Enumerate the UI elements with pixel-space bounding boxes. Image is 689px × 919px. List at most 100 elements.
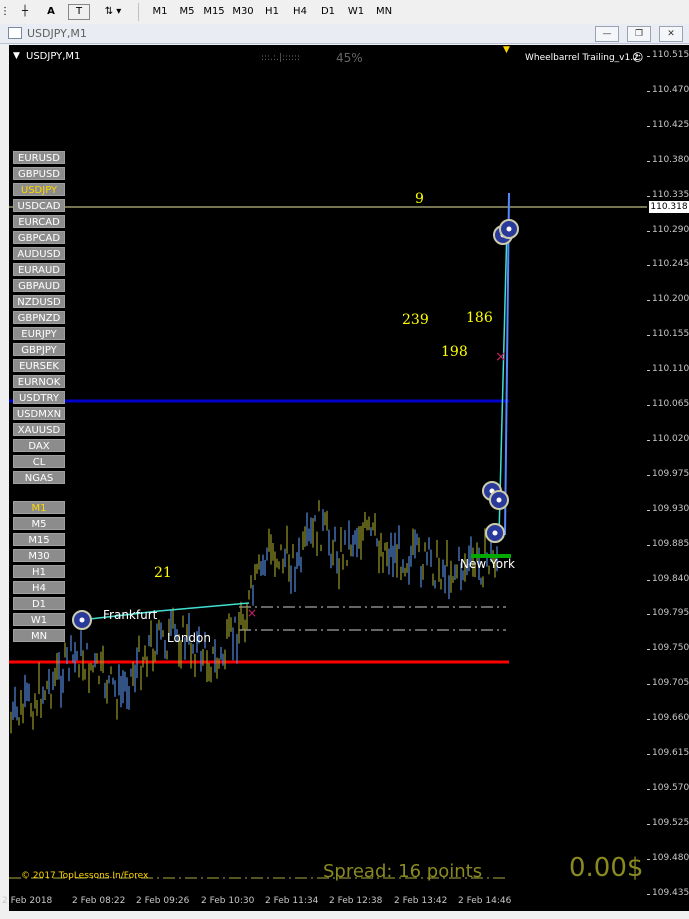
price-label: 110.200 bbox=[652, 294, 689, 305]
price-tick bbox=[647, 335, 650, 337]
symbol-button-gbpjpy[interactable]: GBPJPY bbox=[13, 343, 65, 356]
price-tick bbox=[647, 370, 650, 372]
text-icon[interactable]: A bbox=[40, 3, 62, 21]
restore-button[interactable]: ❐ bbox=[627, 26, 651, 42]
toolbar-timeframe-h1[interactable]: H1 bbox=[259, 3, 285, 21]
toolbar-timeframe-h4[interactable]: H4 bbox=[287, 3, 313, 21]
text-label-icon[interactable]: T bbox=[68, 4, 90, 20]
session-label-london: London bbox=[167, 631, 211, 645]
time-label: 2 Feb 10:30 bbox=[201, 896, 255, 906]
symbol-button-eurnok[interactable]: EURNOK bbox=[13, 375, 65, 388]
toolbar-timeframe-mn[interactable]: MN bbox=[371, 3, 397, 21]
price-label: 109.705 bbox=[652, 678, 689, 689]
count-label-239: 239 bbox=[402, 312, 429, 328]
price-tick bbox=[647, 649, 650, 651]
price-label: 110.245 bbox=[652, 259, 689, 270]
time-label: 2 Feb 13:42 bbox=[394, 896, 448, 906]
symbol-button-xauusd[interactable]: XAUUSD bbox=[13, 423, 65, 436]
symbol-button-eurcad[interactable]: EURCAD bbox=[13, 215, 65, 228]
price-tick bbox=[647, 160, 650, 162]
chart-symbol-label: USDJPY,M1 bbox=[26, 51, 81, 62]
timeframe-button-m5[interactable]: M5 bbox=[13, 517, 65, 530]
price-tick bbox=[647, 509, 650, 511]
symbol-button-usdtry[interactable]: USDTRY bbox=[13, 391, 65, 404]
time-label: 2 Feb 08:22 bbox=[72, 896, 126, 906]
timeframe-button-d1[interactable]: D1 bbox=[13, 597, 65, 610]
symbol-button-eurusd[interactable]: EURUSD bbox=[13, 151, 65, 164]
time-label: 2 Feb 14:46 bbox=[458, 896, 512, 906]
timeframe-button-m1[interactable]: M1 bbox=[13, 501, 65, 514]
chart-area[interactable]: × × ▼ USDJPY,M1 :::.:.|:::::: 45% Wheelba… bbox=[9, 45, 647, 911]
price-chart: ×× bbox=[9, 192, 647, 879]
symbol-button-usdcad[interactable]: USDCAD bbox=[13, 199, 65, 212]
price-tick bbox=[647, 614, 650, 616]
toolbar-timeframe-m15[interactable]: M15 bbox=[201, 3, 227, 21]
symbol-button-eurjpy[interactable]: EURJPY bbox=[13, 327, 65, 340]
arrows-dropdown-icon[interactable]: ⇅ ▾ bbox=[96, 3, 130, 21]
symbol-button-usdmxn[interactable]: USDMXN bbox=[13, 407, 65, 420]
zoom-percent: 45% bbox=[336, 51, 363, 65]
price-tick bbox=[647, 858, 650, 860]
spread-label: Spread: 16 points bbox=[323, 861, 483, 882]
price-tick bbox=[647, 300, 650, 302]
price-tick bbox=[647, 788, 650, 790]
trade-marker-dot bbox=[496, 497, 502, 503]
shift-marker-icon[interactable]: ▼ bbox=[503, 45, 510, 55]
time-label: 2 Feb 09:26 bbox=[136, 896, 190, 906]
timeframe-button-h4[interactable]: H4 bbox=[13, 581, 65, 594]
symbol-button-eursek[interactable]: EURSEK bbox=[13, 359, 65, 372]
timeframe-button-mn[interactable]: MN bbox=[13, 629, 65, 642]
symbol-button-gbpaud[interactable]: GBPAUD bbox=[13, 279, 65, 292]
session-label-newyork: New York bbox=[460, 557, 515, 571]
count-label-186: 186 bbox=[466, 310, 493, 326]
symbol-button-audusd[interactable]: AUDUSD bbox=[13, 247, 65, 260]
symbol-button-ngas[interactable]: NGAS bbox=[13, 471, 65, 484]
toolbar-left-icon[interactable]: ⋮ bbox=[0, 3, 10, 21]
symbol-button-gbpnzd[interactable]: GBPNZD bbox=[13, 311, 65, 324]
price-tick bbox=[647, 265, 650, 267]
price-label: 110.515 bbox=[652, 50, 689, 60]
trade-marker-dot bbox=[492, 530, 498, 536]
symbol-button-gbpusd[interactable]: GBPUSD bbox=[13, 167, 65, 180]
time-axis[interactable]: 2 Feb 2018 2 Feb 08:22 2 Feb 09:26 2 Feb 10… bbox=[2, 893, 647, 911]
toolbar-timeframe-w1[interactable]: W1 bbox=[343, 3, 369, 21]
symbol-button-nzdusd[interactable]: NZDUSD bbox=[13, 295, 65, 308]
price-tick bbox=[647, 474, 650, 476]
price-label: 109.525 bbox=[652, 817, 689, 828]
symbol-button-gbpcad[interactable]: GBPCAD bbox=[13, 231, 65, 244]
price-label: 109.570 bbox=[652, 782, 689, 793]
timeframe-button-m30[interactable]: M30 bbox=[13, 549, 65, 562]
price-axis[interactable]: 110.515 110.470 110.425 110.380 110.335 110.2… bbox=[647, 45, 689, 911]
price-tick bbox=[647, 56, 650, 57]
timeframe-button-m15[interactable]: M15 bbox=[13, 533, 65, 546]
chart-menu-arrow-icon[interactable]: ▼ bbox=[13, 51, 20, 61]
minimize-button[interactable]: — bbox=[595, 26, 619, 42]
close-button[interactable]: ✕ bbox=[659, 26, 683, 42]
toolbar-timeframe-m1[interactable]: M1 bbox=[147, 3, 173, 21]
trade-marker-dot bbox=[506, 226, 512, 232]
symbol-button-usdjpy[interactable]: USDJPY bbox=[13, 183, 65, 196]
price-tick bbox=[647, 754, 650, 755]
indicator-name: Wheelbarrel Trailing_v1.2 bbox=[525, 53, 639, 63]
current-price-marker: 110.318 bbox=[649, 201, 689, 213]
count-label-frankfurt: 21 bbox=[154, 565, 172, 581]
chart-window-icon bbox=[8, 27, 22, 39]
timeframe-button-h1[interactable]: H1 bbox=[13, 565, 65, 578]
symbol-button-euraud[interactable]: EURAUD bbox=[13, 263, 65, 276]
timeframe-button-w1[interactable]: W1 bbox=[13, 613, 65, 626]
time-label: 2 Feb 11:34 bbox=[265, 896, 319, 906]
crosshair-icon[interactable]: ┼ bbox=[14, 3, 36, 21]
toolbar-timeframe-m5[interactable]: M5 bbox=[174, 3, 200, 21]
zoom-indicator: :::.:.|:::::: bbox=[261, 53, 301, 63]
symbol-button-dax[interactable]: DAX bbox=[13, 439, 65, 452]
toolbar-timeframe-d1[interactable]: D1 bbox=[315, 3, 341, 21]
price-label: 109.930 bbox=[652, 503, 689, 514]
price-label: 110.020 bbox=[652, 433, 689, 444]
price-label: 109.615 bbox=[652, 748, 689, 758]
price-tick bbox=[647, 90, 650, 92]
symbol-button-cl[interactable]: CL bbox=[13, 455, 65, 468]
toolbar-timeframe-m30[interactable]: M30 bbox=[230, 3, 256, 21]
smiley-icon: ☺ bbox=[632, 51, 644, 64]
price-tick bbox=[647, 684, 650, 686]
price-label: 109.975 bbox=[652, 468, 689, 479]
